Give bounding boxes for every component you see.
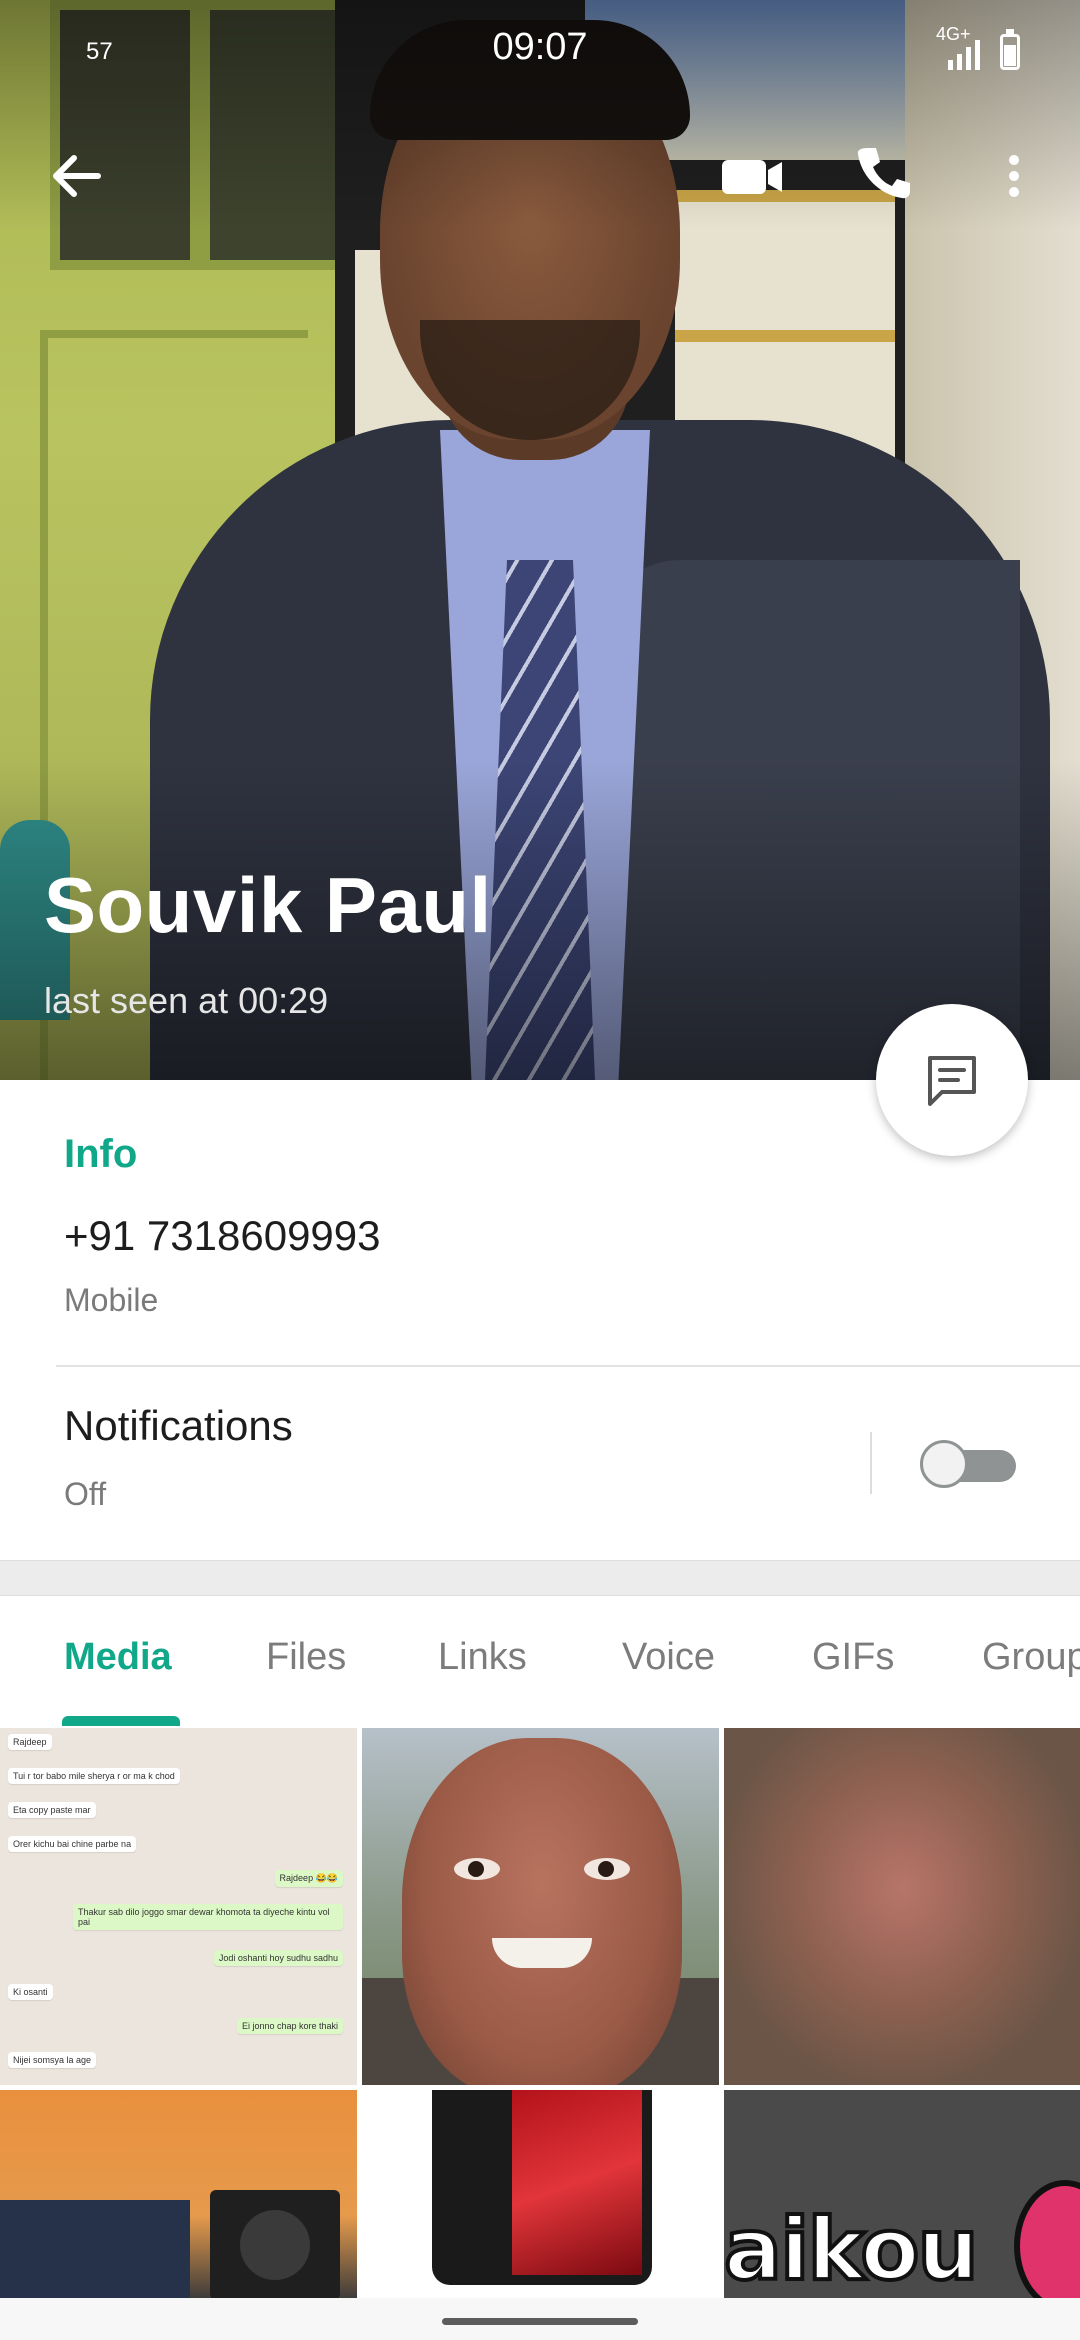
notifications-state: Off bbox=[64, 1476, 107, 1512]
message-icon bbox=[928, 1056, 976, 1106]
thumb-smile bbox=[492, 1938, 592, 1968]
thumb-speaker bbox=[210, 2190, 340, 2298]
tab-groups[interactable]: Groups bbox=[982, 1636, 1080, 1679]
media-thumbnail-desk[interactable] bbox=[0, 2090, 357, 2298]
thumb-eye bbox=[454, 1858, 500, 1880]
voice-call-button[interactable] bbox=[846, 136, 918, 208]
chat-bubble: Ki osanti bbox=[8, 1984, 53, 2000]
phone-type-label: Mobile bbox=[64, 1282, 159, 1318]
vertical-divider bbox=[870, 1432, 872, 1494]
status-time: 09:07 bbox=[492, 26, 588, 68]
video-call-button[interactable] bbox=[712, 140, 792, 212]
tab-files[interactable]: Files bbox=[266, 1636, 346, 1679]
phone-number[interactable]: +91 7318609993 bbox=[64, 1212, 381, 1260]
notifications-row[interactable] bbox=[0, 1368, 1080, 1560]
battery-icon bbox=[1000, 29, 1020, 70]
section-gap bbox=[0, 1560, 1080, 1596]
signal-icon bbox=[948, 40, 980, 70]
chat-bubble: Tui r tor babo mile sherya r or ma k cho… bbox=[8, 1768, 180, 1784]
thumb-monitor bbox=[0, 2200, 190, 2298]
notifications-label: Notifications bbox=[64, 1402, 293, 1449]
last-seen-text: last seen at 00:29 bbox=[44, 980, 329, 1021]
arrow-left-icon bbox=[53, 155, 101, 197]
divider bbox=[56, 1365, 1080, 1367]
tab-media[interactable]: Media bbox=[64, 1636, 172, 1679]
back-button[interactable] bbox=[40, 140, 112, 212]
tab-voice[interactable]: Voice bbox=[622, 1636, 715, 1679]
chat-bubble: Rajdeep bbox=[8, 1734, 52, 1750]
media-tabs: Media Files Links Voice GIFs Groups bbox=[0, 1594, 1080, 1726]
media-thumbnail-photo[interactable] bbox=[724, 1728, 1080, 2085]
contact-name: Souvik Paul bbox=[44, 861, 492, 949]
info-section-label: Info bbox=[64, 1132, 138, 1176]
toggle-knob bbox=[920, 1440, 968, 1488]
more-vertical-icon bbox=[1009, 155, 1019, 197]
thumb-face bbox=[402, 1738, 682, 2085]
thumb-eye bbox=[584, 1858, 630, 1880]
status-bar: 57 09:07 4G+ bbox=[0, 0, 1080, 100]
message-button[interactable] bbox=[876, 1004, 1028, 1156]
chat-bubble: Jodi oshanti hoy sudhu sadhu bbox=[213, 1950, 343, 1966]
sticker-text: aikou bbox=[724, 2198, 981, 2298]
phone-icon bbox=[857, 148, 910, 199]
media-thumbnail-sticker[interactable]: aikou bbox=[724, 2090, 1080, 2298]
chat-bubble: Rajdeep 😂😂 bbox=[274, 1870, 343, 1887]
video-camera-icon bbox=[722, 160, 782, 194]
more-options-button[interactable] bbox=[988, 140, 1040, 212]
home-gesture-handle[interactable] bbox=[442, 2318, 638, 2325]
tab-gifs[interactable]: GIFs bbox=[812, 1636, 894, 1679]
thumb-phone-device bbox=[432, 2090, 652, 2285]
media-thumbnail-chat-screenshot[interactable]: Rajdeep Tui r tor babo mile sherya r or m… bbox=[0, 1728, 357, 2085]
chat-bubble: Eta copy paste mar bbox=[8, 1802, 96, 1818]
chat-bubble: Thakur sab dilo joggo smar dewar khomota… bbox=[73, 1904, 343, 1930]
tab-indicator bbox=[62, 1716, 180, 1726]
media-thumbnail-phone[interactable] bbox=[362, 2090, 719, 2298]
media-grid: Rajdeep Tui r tor babo mile sherya r or m… bbox=[0, 1728, 1080, 2298]
media-thumbnail-selfie[interactable] bbox=[362, 1728, 719, 2085]
tab-links[interactable]: Links bbox=[438, 1636, 527, 1679]
notifications-toggle[interactable] bbox=[920, 1440, 1016, 1488]
thumb-sticker-shape bbox=[1014, 2180, 1080, 2298]
chat-bubble: Orer kichu bai chine parbe na bbox=[8, 1836, 137, 1852]
chat-bubble: Nijei somsya la age bbox=[8, 2052, 97, 2068]
chat-bubble: Ei jonno chap kore thaki bbox=[236, 2018, 343, 2034]
